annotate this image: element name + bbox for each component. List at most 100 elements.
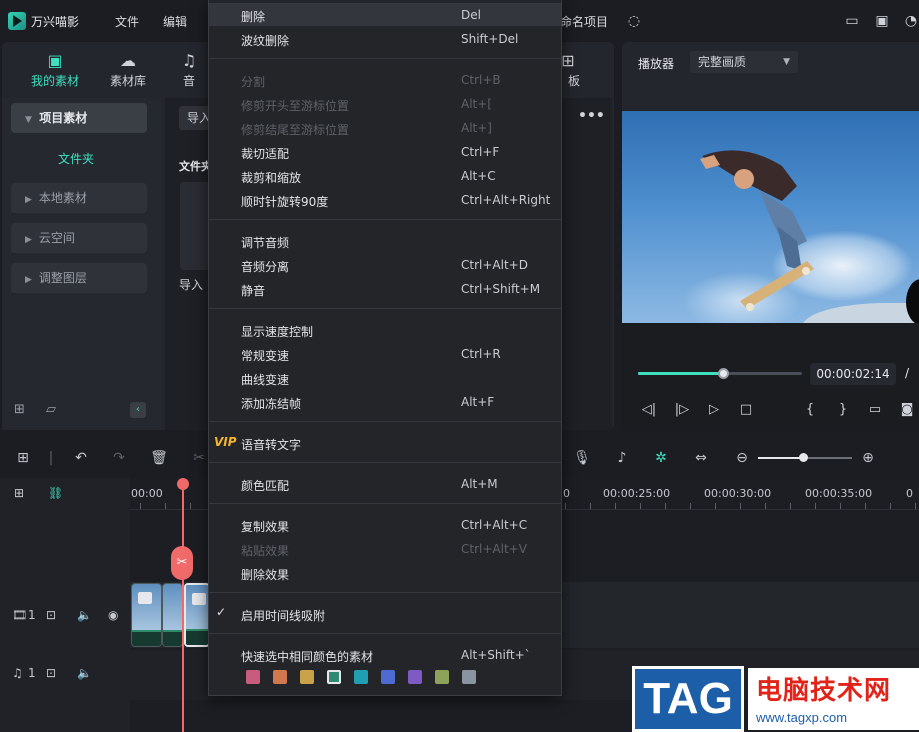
menu-file[interactable]: 文件 — [115, 13, 139, 30]
scissors-icon[interactable]: ✂ — [190, 450, 208, 466]
menu-item-trim-end[interactable]: 修剪结尾至游标位置 — [241, 121, 349, 138]
menu-item-split[interactable]: 分割 — [241, 73, 265, 90]
next-frame-icon[interactable]: |▷ — [673, 402, 691, 417]
menu-item-crop-fit[interactable]: 裁切适配 — [241, 145, 289, 162]
menu-item-rotate[interactable]: 顺时针旋转90度 — [241, 193, 328, 210]
player-label: 播放器 — [638, 57, 675, 71]
undo-icon[interactable]: ↶ — [72, 450, 90, 466]
tab-audio[interactable]: ♫ 音 — [170, 50, 208, 89]
ruler-tick — [790, 503, 791, 509]
lock-icon[interactable]: ⊡ — [46, 666, 56, 680]
menu-separator — [209, 308, 561, 309]
zoom-out-icon[interactable]: ⊖ — [733, 450, 751, 466]
color-swatch[interactable] — [381, 670, 395, 684]
color-swatch[interactable] — [354, 670, 368, 684]
menu-separator — [209, 58, 561, 59]
menu-item-speed-control[interactable]: 显示速度控制 — [241, 323, 313, 340]
prev-frame-icon[interactable]: ◁| — [640, 402, 658, 417]
menu-edit[interactable]: 编辑 — [163, 13, 187, 30]
sidebar-item-folder[interactable]: 文件夹 — [58, 150, 94, 167]
tab-label: 我的素材 — [30, 74, 79, 88]
layout-icon[interactable]: ▭ — [844, 13, 860, 29]
ruler-tick — [890, 503, 891, 509]
color-swatch[interactable] — [327, 670, 341, 684]
mark-in-icon[interactable]: { — [801, 402, 819, 417]
lock-icon[interactable]: ⊡ — [46, 608, 56, 622]
menu-item-timeline-snap[interactable]: 启用时间线吸附 — [241, 607, 325, 624]
app-title: 万兴喵影 — [31, 15, 80, 29]
menu-item-trim-start[interactable]: 修剪开头至游标位置 — [241, 97, 349, 114]
ruler-tick — [615, 503, 616, 509]
audio-mix-icon[interactable]: ♪ — [613, 450, 631, 466]
menu-item-delete-effect[interactable]: 删除效果 — [241, 566, 289, 583]
color-swatch[interactable] — [273, 670, 287, 684]
add-track-icon[interactable]: ⊞ — [14, 486, 24, 500]
menu-item-adjust-audio[interactable]: 调节音频 — [241, 234, 289, 251]
fit-icon[interactable]: ⇔ — [692, 450, 710, 466]
menu-shortcut: Ctrl+R — [461, 347, 501, 361]
more-icon[interactable]: ••• — [578, 108, 605, 124]
menu-item-speed-ramp[interactable]: 曲线变速 — [241, 371, 289, 388]
color-swatch[interactable] — [300, 670, 314, 684]
import-tile[interactable] — [180, 182, 210, 270]
stop-icon[interactable]: □ — [737, 402, 755, 417]
menu-item-uniform-speed[interactable]: 常规变速 — [241, 347, 289, 364]
timecode-separator: / — [905, 366, 910, 380]
play-icon[interactable]: ▷ — [705, 402, 723, 417]
color-swatch[interactable] — [408, 670, 422, 684]
new-folder-icon[interactable]: ⊞ — [14, 402, 25, 417]
menu-item-delete[interactable]: 删除 — [241, 8, 265, 25]
snap-icon[interactable]: ✲ — [652, 450, 670, 466]
mark-out-icon[interactable]: } — [834, 402, 852, 417]
quality-select[interactable]: 完整画质 ▼ — [690, 51, 798, 73]
redo-icon[interactable]: ↷ — [110, 450, 128, 466]
menu-item-crop-zoom[interactable]: 裁剪和缩放 — [241, 169, 301, 186]
account-icon[interactable]: ◔ — [903, 13, 919, 29]
sidebar-item-local-media[interactable]: ▶ 本地素材 — [11, 183, 147, 213]
monitor-icon[interactable]: ▭ — [866, 402, 884, 417]
ruler-tick — [715, 503, 716, 509]
tab-my-media[interactable]: ▣ 我的素材 — [25, 50, 85, 89]
playhead[interactable] — [182, 478, 184, 732]
video-clip[interactable] — [131, 583, 162, 647]
progress-fill — [638, 372, 724, 375]
collapse-sidebar-button[interactable]: ‹ — [130, 402, 146, 418]
delete-icon[interactable]: 🗑 — [150, 450, 168, 466]
folder-icon[interactable]: ▱ — [46, 402, 56, 417]
speaker-icon[interactable]: 🔈 — [77, 666, 92, 680]
tab-library[interactable]: ☁ 素材库 — [98, 50, 158, 89]
music-icon: ♫ — [181, 51, 197, 70]
sidebar-item-adjust-layer[interactable]: ▶ 调整图层 — [11, 263, 147, 293]
divider: | — [48, 450, 54, 466]
menu-item-detach-audio[interactable]: 音频分离 — [241, 258, 289, 275]
microphone-icon[interactable]: 🎙 — [573, 450, 591, 466]
color-swatch[interactable] — [435, 670, 449, 684]
sidebar-item-project-media[interactable]: ▼ 项目素材 — [11, 103, 147, 133]
speaker-icon[interactable]: 🔈 — [77, 608, 92, 622]
split-scissors-icon[interactable]: ✂ — [171, 546, 193, 580]
ruler-tick — [915, 503, 916, 509]
video-clip[interactable] — [162, 583, 183, 647]
menu-item-paste-effect[interactable]: 粘贴效果 — [241, 542, 289, 559]
link-icon[interactable]: ⛓ — [48, 486, 63, 500]
menu-item-mute[interactable]: 静音 — [241, 282, 265, 299]
save-icon[interactable]: ▣ — [874, 13, 890, 29]
video-preview — [622, 111, 919, 323]
menu-item-ripple-delete[interactable]: 波纹删除 — [241, 32, 289, 49]
menu-item-freeze-frame[interactable]: 添加冻结帧 — [241, 395, 301, 412]
color-swatch[interactable] — [462, 670, 476, 684]
snapshot-icon[interactable]: ◙ — [898, 402, 916, 417]
menu-item-speech-to-text[interactable]: 语音转文字 — [241, 436, 301, 453]
zoom-in-icon[interactable]: ⊕ — [859, 450, 877, 466]
menu-item-copy-effect[interactable]: 复制效果 — [241, 518, 289, 535]
menu-item-color-match[interactable]: 颜色匹配 — [241, 477, 289, 494]
menu-separator — [209, 592, 561, 593]
menu-item-select-same-color[interactable]: 快速选中相同颜色的素材 — [241, 648, 373, 665]
eye-icon[interactable]: ◉ — [108, 608, 118, 622]
playhead-handle[interactable] — [177, 478, 189, 490]
menu-separator — [209, 421, 561, 422]
layout-grid-icon[interactable]: ⊞ — [14, 450, 32, 466]
sidebar-item-cloud[interactable]: ▶ 云空间 — [11, 223, 147, 253]
color-swatch[interactable] — [246, 670, 260, 684]
video-clip-selected[interactable] — [184, 583, 210, 647]
